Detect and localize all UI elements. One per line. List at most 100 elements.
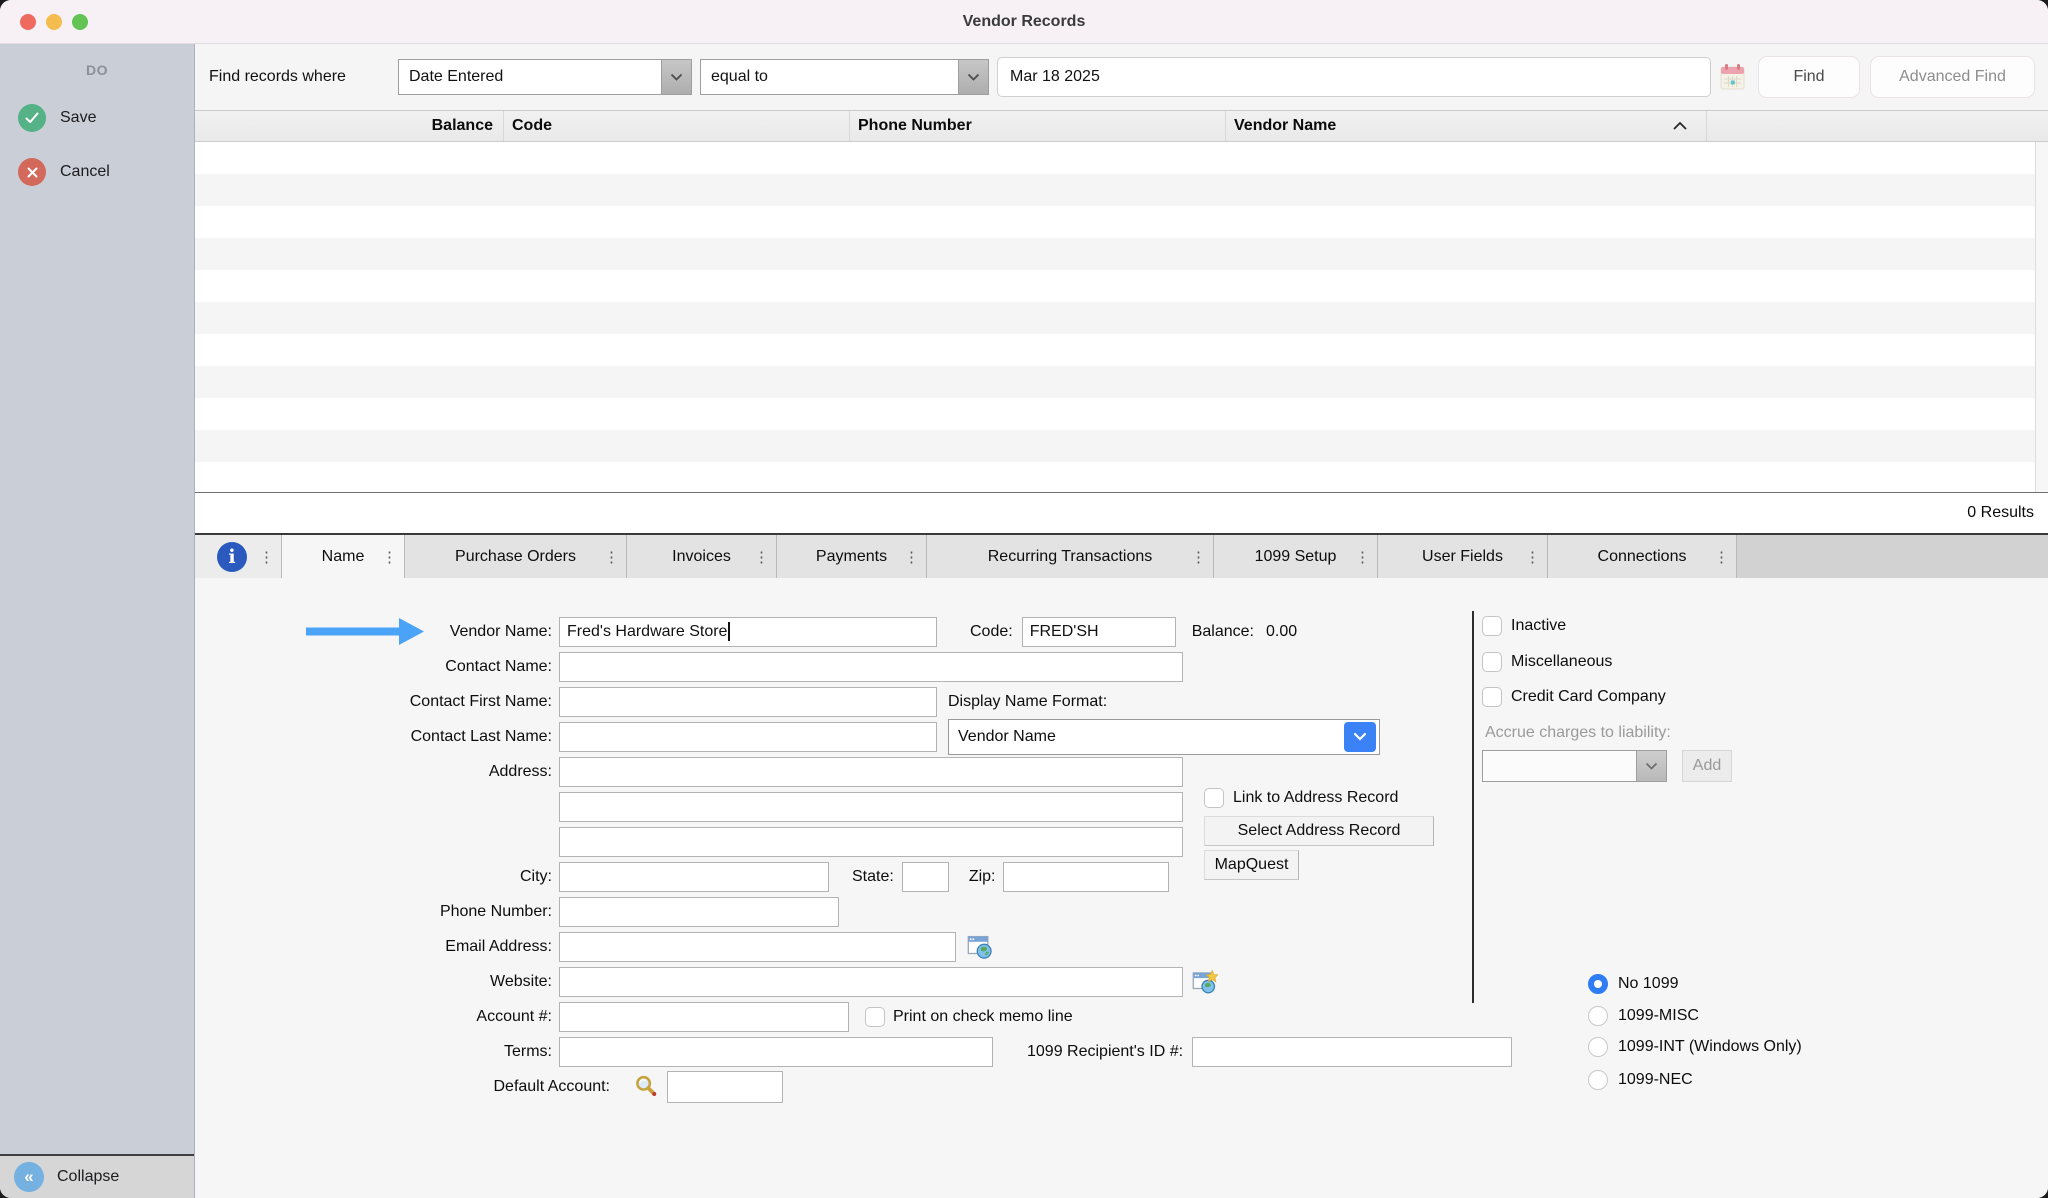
phone-number-input[interactable] bbox=[559, 897, 839, 927]
terms-label: Terms: bbox=[195, 1043, 559, 1061]
display-name-format-dropdown[interactable]: Vendor Name bbox=[948, 719, 1380, 755]
tab-name[interactable]: Name⋮ bbox=[282, 535, 405, 578]
chevron-down-icon bbox=[1636, 751, 1666, 781]
tab-invoices[interactable]: Invoices⋮ bbox=[627, 535, 777, 578]
tab-bar: i ⋮ Name⋮ Purchase Orders⋮ Invoices⋮ Pay… bbox=[195, 535, 2048, 578]
mapquest-button[interactable]: MapQuest bbox=[1204, 850, 1299, 880]
chevron-down-icon bbox=[1344, 722, 1376, 752]
display-name-format-value: Vendor Name bbox=[958, 728, 1056, 746]
inactive-row: Inactive bbox=[1482, 612, 1566, 640]
find-field-dropdown[interactable]: Date Entered bbox=[398, 59, 692, 95]
results-table-body[interactable] bbox=[195, 142, 2048, 492]
credit-card-company-checkbox[interactable] bbox=[1482, 687, 1502, 707]
tab-label: Name bbox=[322, 548, 365, 566]
check-icon bbox=[18, 104, 46, 132]
website-input[interactable] bbox=[559, 967, 1183, 997]
tab-label: User Fields bbox=[1422, 548, 1503, 566]
tab-payments[interactable]: Payments⋮ bbox=[777, 535, 927, 578]
inactive-checkbox[interactable] bbox=[1482, 616, 1502, 636]
1099-nec-radio[interactable] bbox=[1588, 1070, 1608, 1090]
tab-label: Purchase Orders bbox=[455, 548, 576, 566]
cancel-button[interactable]: Cancel bbox=[0, 158, 194, 186]
table-scrollbar[interactable] bbox=[2035, 142, 2048, 492]
calendar-icon[interactable] bbox=[1719, 62, 1746, 91]
find-value-input[interactable] bbox=[997, 57, 1711, 97]
vendor-records-window: Vendor Records DO Save Cancel « Collapse bbox=[0, 0, 2048, 1198]
email-address-label: Email Address: bbox=[195, 938, 559, 956]
column-header-phone-number[interactable]: Phone Number bbox=[849, 111, 1225, 141]
accrue-liability-dropdown[interactable] bbox=[1482, 750, 1667, 782]
column-header-empty bbox=[1707, 111, 2048, 141]
x-icon bbox=[18, 158, 46, 186]
vendor-name-input[interactable]: Fred's Hardware Store bbox=[559, 617, 937, 647]
contact-last-name-input[interactable] bbox=[559, 722, 937, 752]
address-line3-input[interactable] bbox=[559, 827, 1183, 857]
1099-int-label: 1099-INT (Windows Only) bbox=[1618, 1038, 1802, 1056]
print-on-check-memo-checkbox[interactable] bbox=[865, 1007, 885, 1027]
find-field-value: Date Entered bbox=[409, 68, 503, 86]
advanced-find-button[interactable]: Advanced Find bbox=[1870, 56, 2035, 98]
tab-info[interactable]: i ⋮ bbox=[195, 535, 282, 578]
collapse-button[interactable]: « Collapse bbox=[0, 1154, 194, 1198]
display-name-format-label: Display Name Format: bbox=[948, 693, 1107, 711]
save-label: Save bbox=[60, 109, 96, 127]
tab-drag-handle-icon: ⋮ bbox=[1191, 548, 1206, 566]
tab-1099-setup[interactable]: 1099 Setup ⋮ bbox=[1214, 535, 1378, 578]
tab-label: Recurring Transactions bbox=[988, 548, 1153, 566]
double-chevron-left-icon: « bbox=[14, 1162, 44, 1192]
1099-misc-radio[interactable] bbox=[1588, 1006, 1608, 1026]
vendor-name-value: Fred's Hardware Store bbox=[567, 623, 727, 641]
miscellaneous-label: Miscellaneous bbox=[1511, 653, 1612, 671]
column-header-code[interactable]: Code bbox=[503, 111, 849, 141]
address-line2-input[interactable] bbox=[559, 792, 1183, 822]
website-label: Website: bbox=[195, 973, 559, 991]
vertical-divider bbox=[1472, 611, 1474, 1003]
add-liability-button[interactable]: Add bbox=[1682, 750, 1732, 782]
recipient-id-input[interactable] bbox=[1192, 1037, 1512, 1067]
address-line1-input[interactable] bbox=[559, 757, 1183, 787]
contact-first-name-input[interactable] bbox=[559, 687, 937, 717]
website-window-star-icon[interactable] bbox=[1192, 969, 1218, 995]
tab-recurring-transactions[interactable]: Recurring Transactions ⋮ bbox=[927, 535, 1214, 578]
contact-last-name-label: Contact Last Name: bbox=[195, 728, 559, 746]
1099-int-radio[interactable] bbox=[1588, 1037, 1608, 1057]
1099-nec-label: 1099-NEC bbox=[1618, 1071, 1693, 1089]
email-address-input[interactable] bbox=[559, 932, 956, 962]
tab-label: 1099 Setup bbox=[1255, 548, 1337, 566]
state-label: State: bbox=[852, 868, 894, 886]
email-window-globe-icon[interactable] bbox=[967, 934, 993, 960]
terms-input[interactable] bbox=[559, 1037, 993, 1067]
link-to-address-record-checkbox[interactable] bbox=[1204, 788, 1224, 808]
find-button[interactable]: Find bbox=[1758, 56, 1860, 98]
tab-connections[interactable]: Connections⋮ bbox=[1548, 535, 1737, 578]
tab-drag-handle-icon: ⋮ bbox=[754, 548, 769, 566]
account-number-input[interactable] bbox=[559, 1002, 849, 1032]
state-input[interactable] bbox=[902, 862, 949, 892]
zip-input[interactable] bbox=[1003, 862, 1169, 892]
default-account-label: Default Account: bbox=[195, 1078, 617, 1096]
column-header-vendor-name[interactable]: Vendor Name bbox=[1225, 111, 1707, 141]
tab-user-fields[interactable]: User Fields⋮ bbox=[1378, 535, 1548, 578]
city-input[interactable] bbox=[559, 862, 829, 892]
zip-label: Zip: bbox=[969, 868, 996, 886]
info-icon: i bbox=[217, 542, 247, 572]
tab-drag-handle-icon: ⋮ bbox=[1355, 548, 1370, 566]
tab-label: Connections bbox=[1598, 548, 1687, 566]
default-account-input[interactable] bbox=[667, 1071, 783, 1103]
tab-purchase-orders[interactable]: Purchase Orders⋮ bbox=[405, 535, 627, 578]
contact-name-label: Contact Name: bbox=[195, 658, 559, 676]
no-1099-radio[interactable] bbox=[1588, 974, 1608, 994]
save-button[interactable]: Save bbox=[0, 104, 194, 132]
find-operator-dropdown[interactable]: equal to bbox=[700, 59, 989, 95]
recipient-id-label: 1099 Recipient's ID #: bbox=[1027, 1043, 1183, 1061]
account-lookup-icon[interactable] bbox=[633, 1074, 658, 1099]
code-input[interactable] bbox=[1022, 617, 1176, 647]
no-1099-label: No 1099 bbox=[1618, 975, 1679, 993]
chevron-down-icon bbox=[661, 60, 691, 94]
credit-card-company-label: Credit Card Company bbox=[1511, 688, 1666, 706]
miscellaneous-checkbox[interactable] bbox=[1482, 652, 1502, 672]
select-address-record-button[interactable]: Select Address Record bbox=[1204, 816, 1434, 846]
column-header-balance[interactable]: Balance bbox=[195, 111, 503, 141]
account-number-label: Account #: bbox=[195, 1008, 559, 1026]
contact-name-input[interactable] bbox=[559, 652, 1183, 682]
